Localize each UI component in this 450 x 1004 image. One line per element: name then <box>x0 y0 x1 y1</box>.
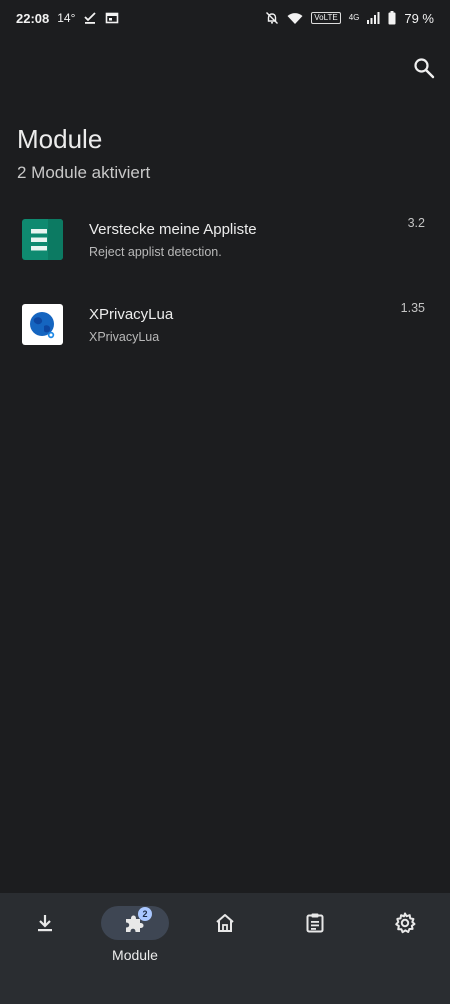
xprivacylua-icon <box>22 304 63 345</box>
home-icon <box>216 914 234 932</box>
modules-count-badge: 2 <box>138 907 152 921</box>
hide-my-applist-icon <box>22 219 63 260</box>
module-version: 3.2 <box>407 216 425 230</box>
calendar-icon <box>105 11 119 25</box>
status-bar-left: 22:08 14° <box>16 11 119 26</box>
page-subtitle: 2 Module aktiviert <box>17 163 151 182</box>
clipboard-icon <box>306 913 324 933</box>
module-version: 1.35 <box>400 301 425 315</box>
bottom-navigation: 2 Module <box>0 893 450 1004</box>
module-item-xprivacylua[interactable]: XPrivacyLua XPrivacyLua 1.35 <box>0 285 450 370</box>
status-time: 22:08 <box>16 10 50 26</box>
nav-pill <box>281 906 349 940</box>
signal-icon <box>367 12 380 24</box>
nav-item-download[interactable] <box>0 893 90 1004</box>
wifi-icon <box>287 12 303 25</box>
nav-pill <box>191 906 259 940</box>
network-type: 4G <box>348 13 360 22</box>
nav-pill <box>11 906 79 940</box>
network-label: VoLTE <box>311 12 341 24</box>
task-done-icon <box>83 11 97 25</box>
nav-item-home[interactable] <box>180 893 270 1004</box>
status-bar-right: VoLTE 4G 79 % <box>265 11 434 26</box>
module-description: XPrivacyLua <box>89 330 160 344</box>
search-button[interactable] <box>410 54 438 82</box>
status-temperature: 14° <box>57 11 76 25</box>
battery-level: 79 % <box>404 10 434 26</box>
module-description: Reject applist detection. <box>89 245 222 259</box>
screen: 22:08 14° VoLTE 4G 79 % Module 2 Module … <box>0 0 450 1004</box>
search-icon <box>414 58 435 79</box>
nav-pill-active: 2 <box>101 906 169 940</box>
gear-icon <box>395 912 416 934</box>
nav-pill <box>371 906 439 940</box>
module-name: XPrivacyLua <box>89 306 174 323</box>
module-name: Verstecke meine Appliste <box>89 221 257 238</box>
download-icon <box>38 915 52 932</box>
page-title: Module <box>17 124 103 154</box>
module-list: Verstecke meine Appliste Reject applist … <box>0 200 450 370</box>
status-bar: 22:08 14° VoLTE 4G 79 % <box>0 0 450 36</box>
nav-item-logs[interactable] <box>270 893 360 1004</box>
battery-icon <box>388 11 396 25</box>
module-item-hide-my-applist[interactable]: Verstecke meine Appliste Reject applist … <box>0 200 450 285</box>
nav-item-modules[interactable]: 2 Module <box>90 893 180 1004</box>
nav-item-settings[interactable] <box>360 893 450 1004</box>
nav-label-modules: Module <box>112 947 158 963</box>
bell-off-icon <box>265 11 279 25</box>
